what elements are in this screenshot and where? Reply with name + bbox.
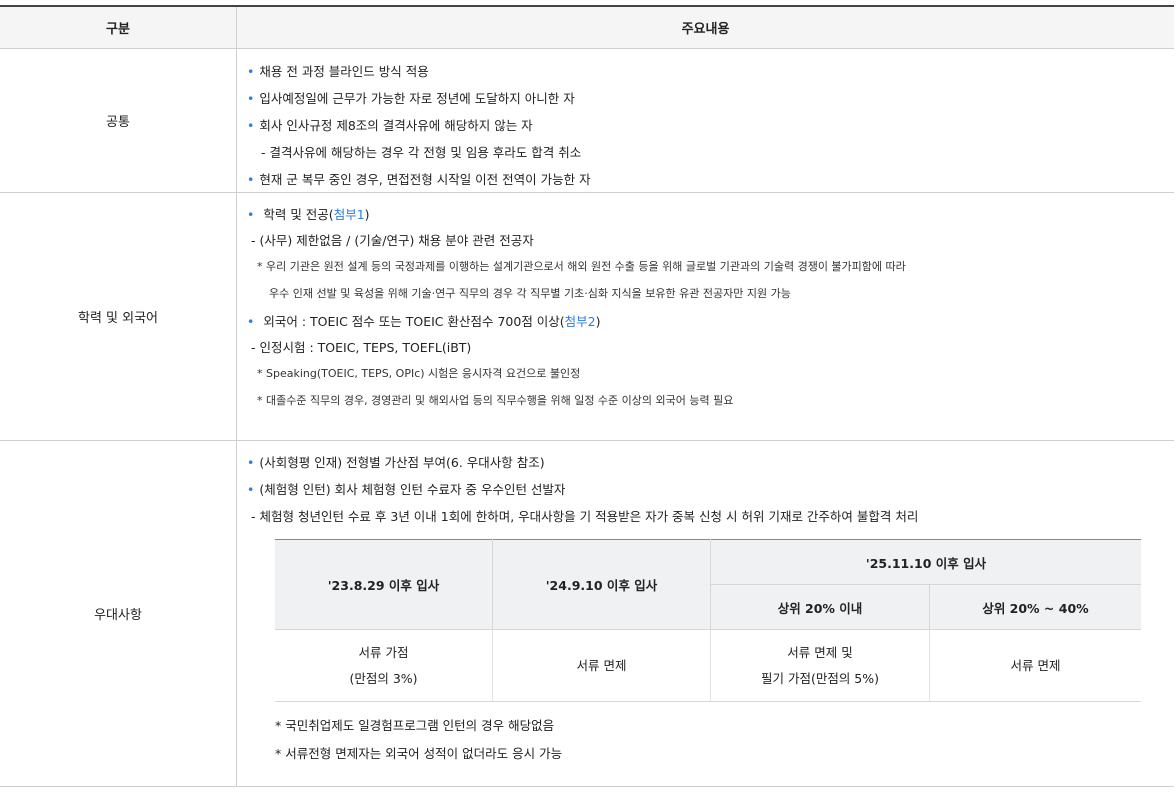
intern-preference-table: '23.8.29 이후 입사 '24.9.10 이후 입사 '25.11.10 … [275,539,1141,702]
table-row-preference: 우대사항 (사회형평 인재) 전형별 가산점 부여(6. 우대사항 참조) (체… [0,441,1174,787]
note-item: 우수 인재 선발 및 육성을 위해 기술·연구 직무의 경우 각 직무별 기초·… [269,287,791,300]
row-category: 우대사항 [0,441,237,786]
cell-text: 서류 가점 [358,644,409,660]
table-row-education: 학력 및 외국어 학력 및 전공(첨부1) - (사무) 제한없음 / (기술/… [0,193,1174,441]
sub-item: - 인정시험 : TOEIC, TEPS, TOEFL(iBT) [251,340,472,355]
col-header-2023: '23.8.29 이후 입사 [275,539,493,630]
note-item: * Speaking(TOEIC, TEPS, OPIc) 시험은 응시자격 요… [257,367,581,380]
col-header-top40: 상위 20% ~ 40% [929,584,1141,630]
list-item: 현재 군 복무 중인 경우, 면접전형 시작일 이전 전역이 가능한 자 [247,172,1174,188]
attachment-2-link[interactable]: 첨부2 [565,314,596,329]
header-category: 구분 [0,7,237,48]
col-header-2024: '24.9.10 이후 입사 [492,539,711,630]
sub-item: - 결격사유에 해당하는 경우 각 전형 및 임용 후라도 합격 취소 [261,145,582,160]
sub-item: - (사무) 제한없음 / (기술/연구) 채용 분야 관련 전공자 [251,233,534,248]
list-item: 채용 전 과정 블라인드 방식 적용 [247,64,1174,80]
cell-text: 필기 가점(만점의 5%) [760,670,880,686]
list-item: (사회형평 인재) 전형별 가산점 부여(6. 우대사항 참조) [247,455,1174,471]
list-item: 회사 인사규정 제8조의 결격사유에 해당하지 않는 자 [247,118,1174,134]
attachment-1-link[interactable]: 첨부1 [334,207,365,222]
cell-2024: 서류 면제 [492,629,711,702]
row-category: 공통 [0,49,237,192]
table-row-common: 공통 채용 전 과정 블라인드 방식 적용 입사예정일에 근무가 가능한 자로 … [0,49,1174,193]
list-item-text: 외국어 : TOEIC 점수 또는 TOEIC 환산점수 700점 이상( [263,314,565,329]
col-header-top20: 상위 20% 이내 [710,584,930,630]
list-item: 학력 및 전공(첨부1) [247,207,1174,223]
sub-item: - 체험형 청년인턴 수료 후 3년 이내 1회에 한하며, 우대사항을 기 적… [251,509,919,524]
header-content: 주요내용 [681,22,730,37]
cell-2023: 서류 가점 (만점의 3%) [275,629,493,702]
eligibility-table: 구분 주요내용 공통 채용 전 과정 블라인드 방식 적용 입사예정일에 근무가… [0,5,1174,787]
list-item-text-after: ) [364,207,370,222]
row-category: 학력 및 외국어 [0,193,237,440]
cell-text: (만점의 3%) [349,670,418,686]
list-item: 외국어 : TOEIC 점수 또는 TOEIC 환산점수 700점 이상(첨부2… [247,314,1174,330]
table-header: 구분 주요내용 [0,7,1174,49]
cell-top40: 서류 면제 [929,629,1141,702]
list-item: (체험형 인턴) 회사 체험형 인턴 수료자 중 우수인턴 선발자 [247,482,1174,498]
list-item-text-after: ) [595,314,601,329]
cell-top20: 서류 면제 및 필기 가점(만점의 5%) [710,629,930,702]
note-item: * 대졸수준 직무의 경우, 경영관리 및 해외사업 등의 직무수행을 위해 일… [257,394,734,407]
note-item: * 우리 기관은 원전 설계 등의 국정과제를 이행하는 설계기관으로서 해외 … [257,260,906,273]
note-item: * 서류전형 면제자는 외국어 성적이 없더라도 응시 가능 [275,746,563,761]
cell-text: 서류 면제 및 [787,644,853,660]
list-item: 입사예정일에 근무가 가능한 자로 정년에 도달하지 아니한 자 [247,91,1174,107]
note-item: * 국민취업제도 일경험프로그램 인턴의 경우 해당없음 [275,718,555,733]
col-header-2025: '25.11.10 이후 입사 [710,539,1141,585]
list-item-text: 학력 및 전공( [263,207,334,222]
